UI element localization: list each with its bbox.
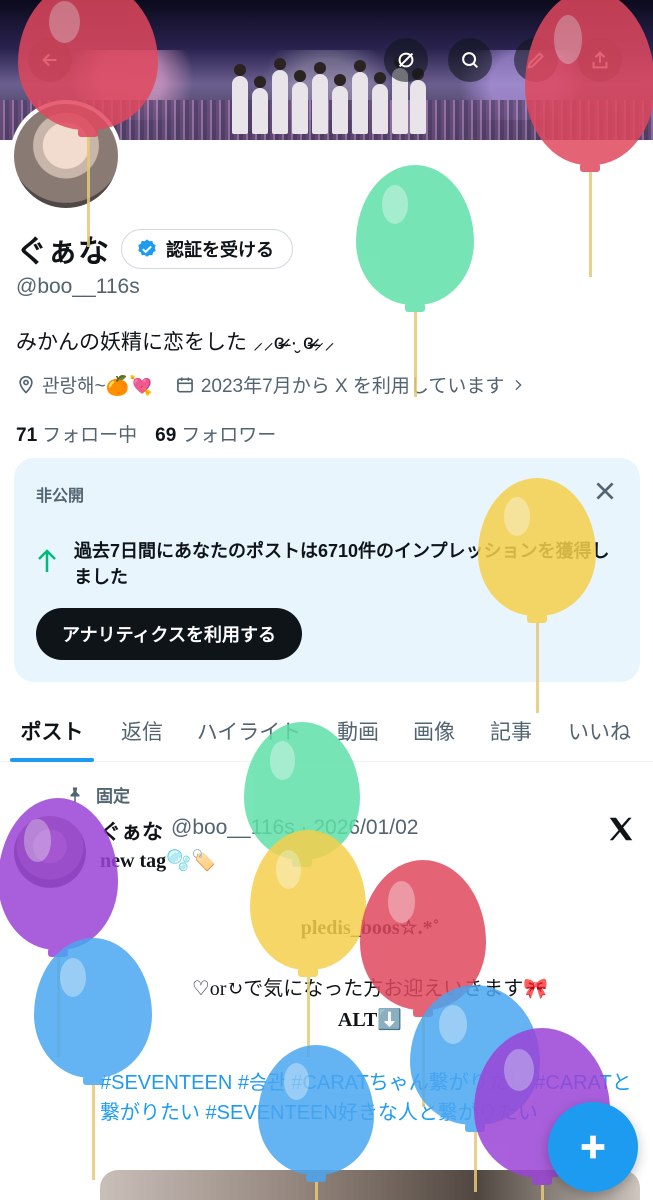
followers-label: フォロワー — [181, 425, 277, 446]
balloon-knot — [298, 968, 318, 977]
balloon-knot — [580, 163, 600, 172]
profile-location: 관랑해~🍊💘 — [16, 371, 153, 398]
get-verified-label: 認証を受ける — [166, 239, 274, 260]
balloon-body — [525, 0, 653, 165]
balloon-knot — [83, 1076, 103, 1085]
follow-stats: 71 フォロー中 69 フォロワー — [16, 420, 294, 447]
tab-images[interactable]: 画像 — [398, 700, 470, 762]
balloon-body — [34, 938, 152, 1078]
profile-handle: @boo__116s — [16, 275, 140, 298]
balloon-knot — [78, 128, 98, 137]
balloon-shine — [503, 1049, 534, 1091]
following-count: 71 — [16, 425, 38, 446]
plus-icon — [581, 1135, 605, 1159]
balloon-string — [87, 137, 90, 247]
balloon-shine — [48, 1, 80, 43]
balloon — [250, 830, 366, 1062]
balloon-body — [0, 798, 118, 950]
balloon — [34, 938, 152, 1185]
balloon-shine — [269, 741, 296, 780]
balloon-shine — [283, 1063, 310, 1100]
compose-button[interactable] — [548, 1102, 638, 1192]
following-link[interactable]: 71 フォロー中 — [16, 420, 137, 447]
balloon-shine — [438, 1004, 468, 1044]
balloon-string — [414, 312, 417, 397]
search-icon — [462, 52, 479, 69]
balloon-shine — [381, 184, 408, 224]
balloon-body — [258, 1045, 374, 1175]
search-button[interactable] — [448, 38, 492, 82]
balloon-knot — [306, 1173, 326, 1182]
balloon-body — [18, 0, 158, 130]
balloon-knot — [532, 1176, 552, 1185]
card-private-label: 非公開 — [36, 488, 85, 505]
profile-joined[interactable]: 2023年7月から X を利用しています — [175, 371, 533, 398]
growth-indicator — [36, 548, 58, 574]
location-toggle-button[interactable] — [384, 38, 428, 82]
balloon-shine — [275, 849, 302, 889]
balloon-string — [541, 1185, 544, 1200]
balloon-shine — [24, 819, 51, 862]
balloon-shine — [553, 14, 583, 64]
balloon-shine — [503, 497, 530, 536]
profile-bio: みかんの妖精に恋をした ⸝⸝ɞ̴̶̷ ·̮ ɞ̴̶̷⸝⸝ — [16, 331, 335, 354]
calendar-icon — [176, 377, 193, 392]
balloon — [258, 1045, 374, 1200]
location-pin-icon — [19, 375, 33, 394]
arrow-up-icon — [38, 549, 56, 572]
balloon-string — [315, 1182, 318, 1200]
balloon — [525, 0, 653, 282]
tab-replies[interactable]: 返信 — [104, 700, 180, 762]
balloon-knot — [527, 614, 547, 623]
location-text: 관랑해~🍊💘 — [42, 376, 153, 397]
following-label: フォロー中 — [42, 425, 138, 446]
balloon-shine — [387, 881, 416, 923]
balloon — [478, 478, 596, 718]
balloon — [356, 165, 474, 402]
analytics-button[interactable]: アナリティクスを利用する — [36, 608, 303, 660]
balloon-string — [92, 1085, 95, 1180]
x-logo-icon — [606, 814, 636, 844]
chevron-right-icon — [515, 379, 522, 390]
balloon-string — [536, 623, 539, 713]
balloon-body — [356, 165, 474, 305]
balloon-body — [478, 478, 596, 616]
tab-posts[interactable]: ポスト — [0, 700, 104, 762]
followers-link[interactable]: 69 フォロワー — [155, 420, 276, 447]
balloon-knot — [405, 303, 425, 312]
balloon — [18, 0, 158, 252]
balloon-shine — [59, 957, 86, 997]
balloon-body — [250, 830, 366, 970]
followers-count: 69 — [155, 425, 177, 446]
balloon-string — [589, 172, 592, 277]
crossed-circle-icon — [398, 52, 414, 68]
